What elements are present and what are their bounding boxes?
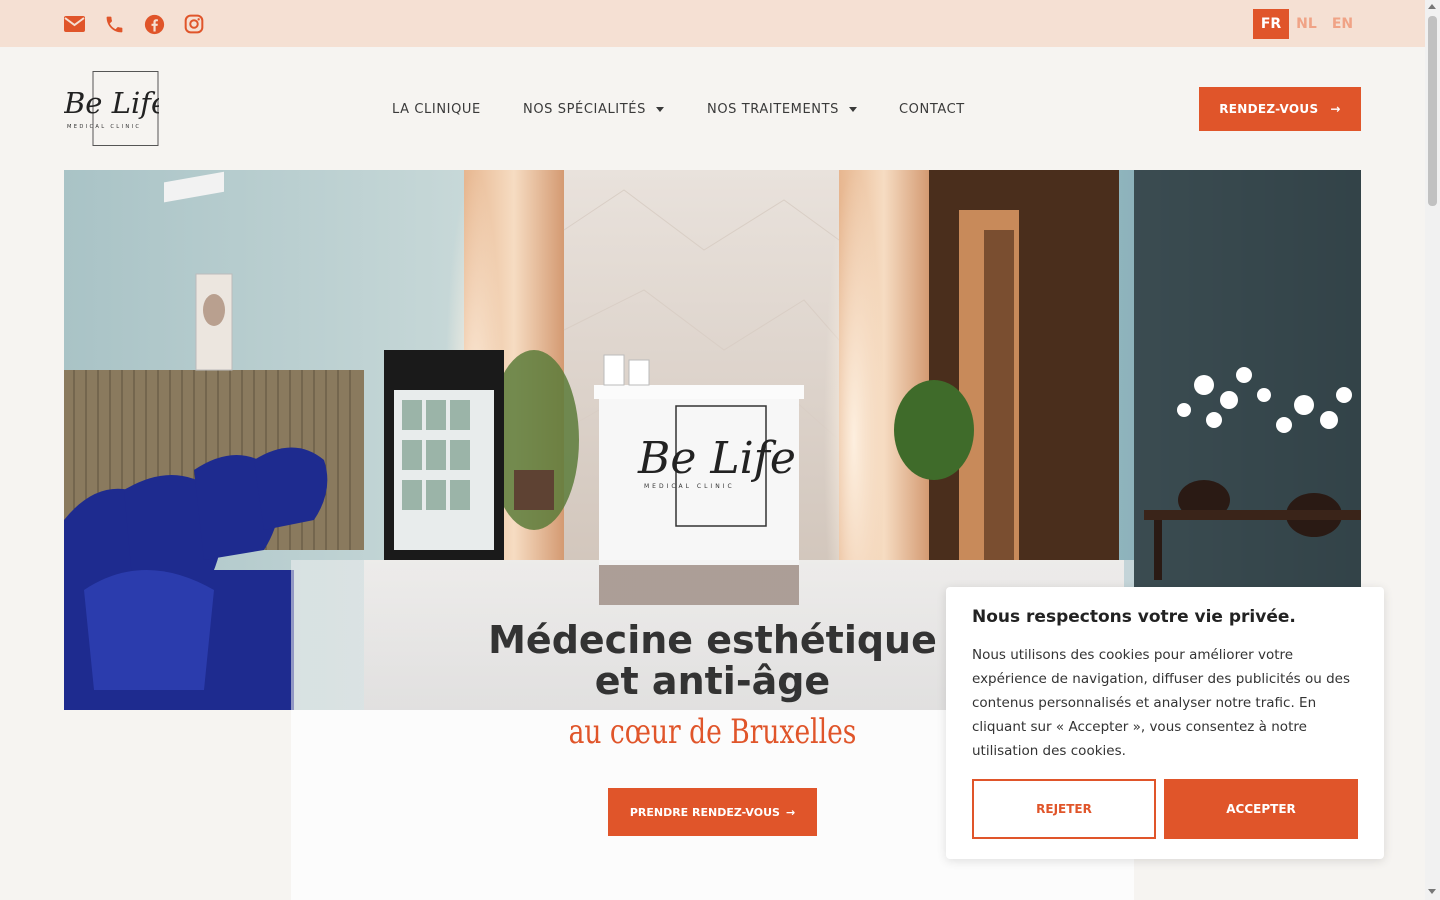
logo-wordmark: Be Life <box>64 86 159 120</box>
button-label: PRENDRE RENDEZ-VOUS <box>629 805 780 819</box>
button-label: RENDEZ-VOUS <box>1219 102 1319 116</box>
scroll-up-arrow-icon[interactable] <box>1428 4 1436 9</box>
logo-tagline: MEDICAL CLINIC <box>67 124 141 130</box>
prendre-rendez-vous-button[interactable]: PRENDRE RENDEZ-VOUS → <box>608 788 817 836</box>
nav-nos-specialites[interactable]: NOS SPÉCIALITÉS <box>523 100 664 118</box>
arrow-right-icon: → <box>1330 102 1341 116</box>
lang-nl[interactable]: NL <box>1290 9 1323 39</box>
scrollbar-thumb[interactable] <box>1428 16 1437 206</box>
facebook-icon[interactable] <box>143 12 165 36</box>
scroll-down-arrow-icon[interactable] <box>1428 889 1436 894</box>
nav-la-clinique[interactable]: LA CLINIQUE <box>392 100 481 118</box>
nav-label: NOS SPÉCIALITÉS <box>523 101 646 117</box>
caret-down-icon <box>849 106 858 112</box>
caret-down-icon <box>655 106 664 112</box>
nav-label: CONTACT <box>899 101 965 117</box>
scrollbar[interactable] <box>1425 0 1440 900</box>
reject-cookies-button[interactable]: REJETER <box>972 779 1156 839</box>
phone-icon[interactable] <box>103 12 125 36</box>
envelope-icon[interactable] <box>63 12 85 36</box>
hero-title-line2: et anti-âge <box>594 659 831 703</box>
lang-fr[interactable]: FR <box>1253 9 1289 39</box>
nav-nos-traitements[interactable]: NOS TRAITEMENTS <box>707 100 858 118</box>
cookie-title: Nous respectons votre vie privée. <box>972 607 1296 627</box>
cookie-body: Nous utilisons des cookies pour améliore… <box>972 647 1350 759</box>
desk-logo-tagline: MEDICAL CLINIC <box>644 483 735 490</box>
instagram-icon[interactable] <box>183 12 205 36</box>
hero-subtitle: au cœur de Bruxelles <box>568 712 857 752</box>
lang-en[interactable]: EN <box>1326 9 1359 39</box>
accept-cookies-button[interactable]: ACCEPTER <box>1164 779 1358 839</box>
rendez-vous-button[interactable]: RENDEZ-VOUS → <box>1199 87 1361 131</box>
arrow-right-icon: → <box>785 805 796 819</box>
desk-logo-wordmark: Be Life <box>637 433 796 484</box>
site-logo[interactable]: Be Life MEDICAL CLINIC <box>63 71 168 146</box>
nav-label: NOS TRAITEMENTS <box>707 101 840 117</box>
nav-label: LA CLINIQUE <box>392 101 481 117</box>
hero-title-line1: Médecine esthétique <box>488 618 937 662</box>
top-bar: FR NL EN <box>0 0 1425 47</box>
nav-contact[interactable]: CONTACT <box>899 100 965 118</box>
cookie-banner: Nous respectons votre vie privée. Nous u… <box>946 587 1384 859</box>
